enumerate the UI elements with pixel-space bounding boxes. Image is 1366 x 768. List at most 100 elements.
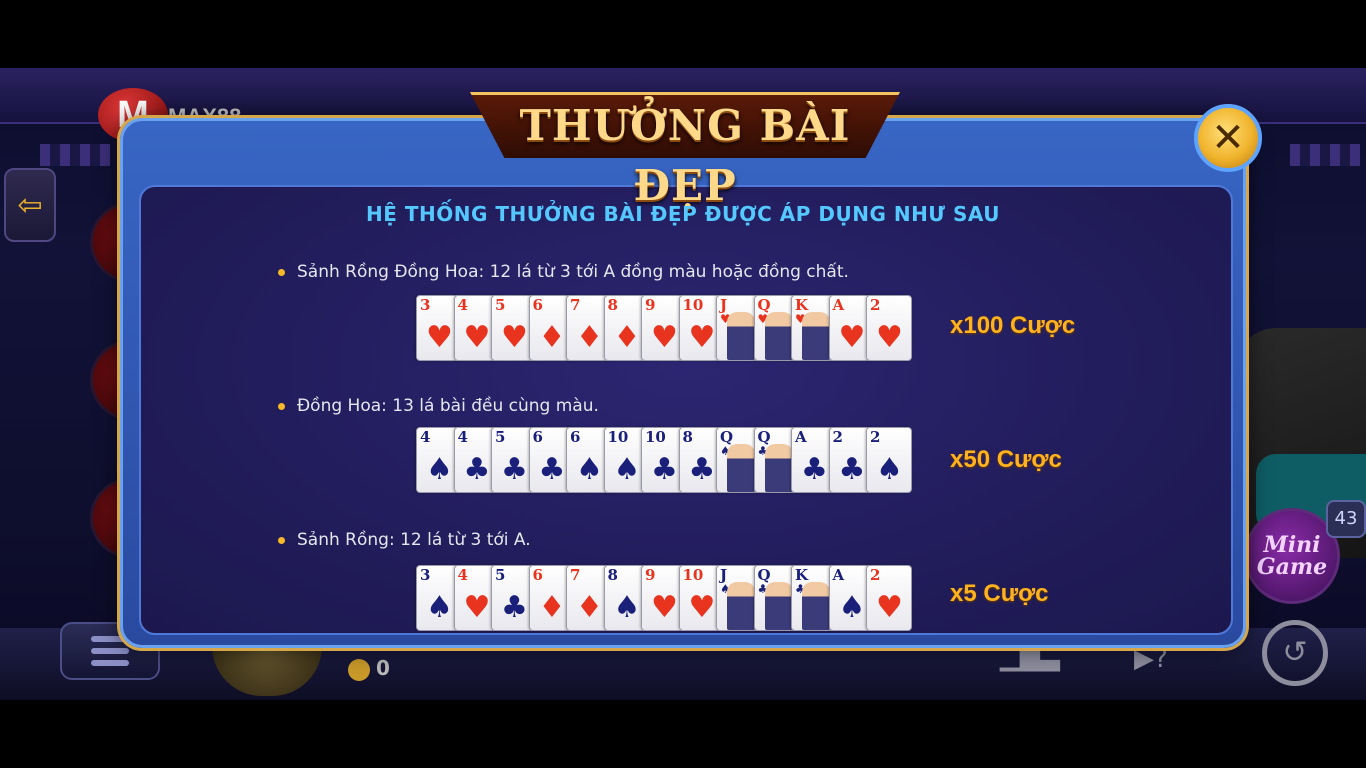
card-rank: J <box>720 566 728 584</box>
face-card-portrait-icon <box>764 312 793 360</box>
rule-text: Sảnh Rồng Đồng Hoa: 12 lá từ 3 tới A đồn… <box>297 262 849 282</box>
card-suit-icon: ♣ <box>463 452 491 487</box>
card-suit-icon: ♠ <box>838 590 866 625</box>
card-rank: 3 <box>420 296 431 314</box>
card-rank: 4 <box>457 428 468 446</box>
card-rank: 3 <box>420 566 431 584</box>
card-suit-icon: ♥ <box>463 320 491 355</box>
card-rank: 8 <box>607 296 618 314</box>
mini-game-count-badge: 43 <box>1326 500 1366 538</box>
card-suit-icon: ♥ <box>876 320 903 355</box>
rule-item: Sảnh Rồng Đồng Hoa: 12 lá từ 3 tới A đồn… <box>278 262 849 282</box>
card-suit-icon: ♠ <box>876 452 903 487</box>
rule-item: Đồng Hoa: 13 lá bài đều cùng màu. <box>278 396 599 416</box>
face-card-portrait-icon <box>727 444 755 492</box>
playing-card: 2 ♠ <box>866 427 912 493</box>
card-suit-icon: ♦ <box>538 320 566 355</box>
face-card-portrait-icon <box>764 582 793 630</box>
card-rank: 9 <box>645 296 656 314</box>
card-rank: 2 <box>870 296 881 314</box>
card-suit-icon: ♦ <box>613 320 641 355</box>
card-rank: 8 <box>682 428 693 446</box>
card-suit-icon: ♣ <box>538 452 566 487</box>
card-suit-icon: ♣ <box>651 452 678 487</box>
payout-label: x5 Cược <box>950 580 1049 607</box>
card-suit-icon: ♠ <box>613 452 641 487</box>
card-suit-icon: ♣ <box>801 452 828 487</box>
face-card-portrait-icon <box>727 582 755 630</box>
card-rank: 2 <box>870 428 881 446</box>
card-suit-icon: ♣ <box>501 590 528 625</box>
card-rank: 5 <box>495 296 506 314</box>
card-suit-icon: ♥ <box>463 590 491 625</box>
card-row: 3 ♥ 4 ♥ 5 ♥ 6 ♦ 7 ♦ 8 ♦ 9 ♥ 10 ♥ J ♥ Q ♥ K ♥ A ♥ 2 ♥ <box>416 295 914 361</box>
card-rank: Q <box>720 428 734 446</box>
card-suit-icon: ♣ <box>688 452 716 487</box>
exit-arrow-icon: ⇦ <box>17 187 43 223</box>
card-row: 3 ♠ 4 ♥ 5 ♣ 6 ♦ 7 ♦ 8 ♠ 9 ♥ 10 ♥ J ♠ Q ♣ K ♣ A ♠ 2 ♥ <box>416 565 914 631</box>
bullet-icon <box>278 268 285 276</box>
close-button[interactable]: ✕ <box>1194 104 1262 172</box>
history-icon[interactable]: ↺ <box>1262 620 1328 686</box>
face-card-portrait-icon <box>764 444 793 492</box>
card-rank: K <box>795 566 809 584</box>
playing-card: 2 ♥ <box>866 565 912 631</box>
card-row: 4 ♠ 4 ♣ 5 ♣ 6 ♣ 6 ♠ 10 ♠ 10 ♣ 8 ♣ Q ♠ Q ♣ A ♣ 2 ♣ 2 ♠ <box>416 427 914 493</box>
bunting-decoration <box>40 144 110 166</box>
card-suit-icon: ♠ <box>576 452 603 487</box>
card-rank: J <box>720 296 728 314</box>
bunting-decoration <box>1290 144 1360 166</box>
card-rank: 4 <box>457 566 468 584</box>
tutorial-video-icon[interactable]: ▶? <box>1134 644 1192 684</box>
card-rank: 5 <box>495 428 506 446</box>
card-rank: 4 <box>420 428 431 446</box>
card-rank: 2 <box>870 566 881 584</box>
mini-game-label: Mini <box>1263 532 1321 558</box>
card-suit-icon: ♣ <box>501 452 528 487</box>
playing-card: 2 ♥ <box>866 295 912 361</box>
payout-label: x100 Cược <box>950 312 1076 339</box>
leaderboard-icon[interactable]: ▁▇▃ <box>1000 642 1060 682</box>
face-card-portrait-icon <box>802 312 830 360</box>
card-suit-icon: ♥ <box>426 320 453 355</box>
card-rank: 7 <box>570 566 581 584</box>
card-rank: 5 <box>495 566 506 584</box>
card-suit-icon: ♦ <box>538 590 566 625</box>
card-suit-icon: ♥ <box>688 590 716 625</box>
card-rank: A <box>795 428 807 446</box>
face-card-portrait-icon <box>727 312 755 360</box>
card-suit-icon: ♠ <box>426 452 453 487</box>
rule-text: Đồng Hoa: 13 lá bài đều cùng màu. <box>297 396 599 416</box>
card-rank: 10 <box>607 428 629 446</box>
card-rank: 2 <box>832 428 843 446</box>
payout-label: x50 Cược <box>950 446 1062 473</box>
card-suit-icon: ♣ <box>838 452 866 487</box>
mini-game-label: Game <box>1256 554 1328 580</box>
card-rank: 9 <box>645 566 656 584</box>
hamburger-line <box>91 648 129 654</box>
card-rank: A <box>832 566 845 584</box>
bullet-icon <box>278 536 285 544</box>
bullet-icon <box>278 402 285 410</box>
card-rank: 6 <box>570 428 581 446</box>
hamburger-line <box>91 660 129 666</box>
back-button[interactable]: ⇦ <box>4 168 56 242</box>
modal-subtitle: HỆ THỐNG THƯỞNG BÀI ĐẸP ĐƯỢC ÁP DỤNG NHƯ… <box>365 202 1000 226</box>
close-icon: ✕ <box>1211 115 1245 161</box>
card-rank: Q <box>757 296 771 314</box>
card-suit-icon: ♥ <box>876 590 903 625</box>
card-suit-icon: ♥ <box>838 320 866 355</box>
card-rank: Q <box>757 428 771 446</box>
card-rank: Q <box>757 566 771 584</box>
card-rank: 6 <box>532 428 543 446</box>
card-suit-icon: ♦ <box>576 320 603 355</box>
card-suit-icon: ♥ <box>651 590 678 625</box>
modal-title: THƯỞNG BÀI ĐẸP <box>519 101 851 210</box>
card-rank: 10 <box>645 428 666 446</box>
card-rank: 7 <box>570 296 581 314</box>
card-rank: K <box>795 296 809 314</box>
card-rank: 6 <box>532 296 543 314</box>
coin-balance: 0 <box>348 656 390 681</box>
card-suit-icon: ♥ <box>501 320 528 355</box>
card-rank: 10 <box>682 296 704 314</box>
